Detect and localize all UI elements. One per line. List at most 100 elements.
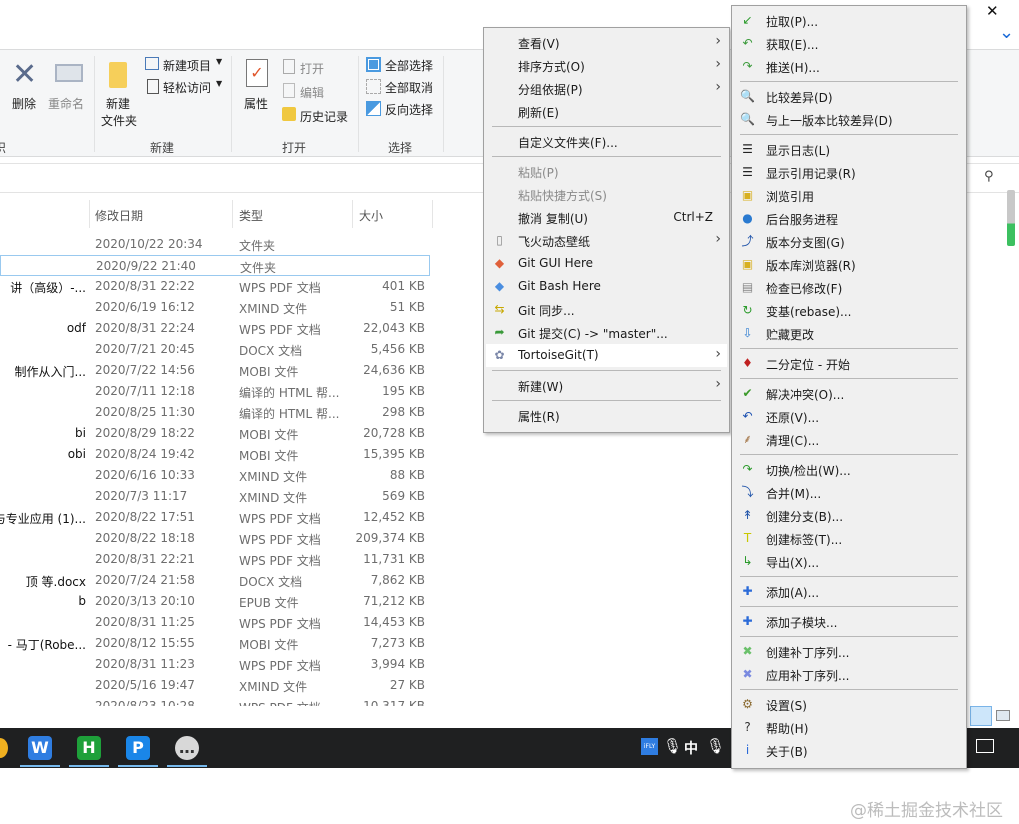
file-row[interactable]: b 2020/3/13 20:10 EPUB 文件 71,212 KB	[0, 591, 430, 612]
menu-item[interactable]: ▣ 浏览引用	[734, 184, 964, 207]
new-folder-button-line1[interactable]: 新建	[106, 95, 130, 112]
menu-item[interactable]: ✔ 解决冲突(O)...	[734, 382, 964, 405]
file-row[interactable]: 2020/7/11 12:18 编译的 HTML 帮... 195 KB	[0, 381, 430, 402]
menu-item[interactable]: ☰ 显示日志(L)	[734, 138, 964, 161]
microphone-icon-2[interactable]: 🎙	[706, 737, 725, 755]
file-row[interactable]: 2020/8/23 10:28 WPS PDF 文档 10,317 KB	[0, 696, 430, 706]
menu-item[interactable]: 排序方式(O) ›	[486, 54, 727, 77]
menu-item[interactable]: ☰ 显示引用记录(R)	[734, 161, 964, 184]
file-row[interactable]: 2020/8/22 18:18 WPS PDF 文档 209,374 KB	[0, 528, 430, 549]
menu-item[interactable]: ? 帮助(H)	[734, 716, 964, 739]
file-row[interactable]: 2020/6/19 16:12 XMIND 文件 51 KB	[0, 297, 430, 318]
file-row[interactable]: odf 2020/8/31 22:24 WPS PDF 文档 22,043 KB	[0, 318, 430, 339]
file-row[interactable]: 2020/10/22 20:34 文件夹	[0, 234, 430, 255]
file-row[interactable]: 与专业应用 (1)... 2020/8/22 17:51 WPS PDF 文档 12,…	[0, 507, 430, 528]
menu-item[interactable]: ↟ 创建分支(B)...	[734, 504, 964, 527]
menu-item[interactable]: ↻ 变基(rebase)...	[734, 299, 964, 322]
menu-item[interactable]: ▯ 飞火动态壁纸 ›	[486, 229, 727, 252]
menu-item[interactable]: ⤵ 合并(M)...	[734, 481, 964, 504]
column-size[interactable]: 大小	[359, 207, 383, 224]
menu-item[interactable]: ◆ Git GUI Here	[486, 252, 727, 275]
file-row[interactable]: 2020/6/16 10:33 XMIND 文件 88 KB	[0, 465, 430, 486]
delete-button[interactable]: 删除	[12, 95, 36, 112]
details-view-button[interactable]	[970, 706, 992, 726]
select-all-button[interactable]: 全部选择	[385, 57, 433, 74]
menu-item[interactable]: 粘贴快捷方式(S)	[486, 183, 727, 206]
ifly-icon[interactable]: iFLY	[641, 738, 658, 755]
menu-item[interactable]: ↶ 还原(V)...	[734, 405, 964, 428]
file-row[interactable]: 讲（高级）-... 2020/8/31 22:22 WPS PDF 文档 401 KB	[0, 276, 430, 297]
file-row[interactable]: - 马丁(Robe... 2020/8/12 15:55 MOBI 文件 7,273 …	[0, 633, 430, 654]
menu-item[interactable]: 新建(W) ›	[486, 374, 727, 397]
rename-button[interactable]: 重命名	[48, 95, 84, 112]
easy-access-button[interactable]: 轻松访问	[163, 79, 211, 96]
menu-item[interactable]: ⸙ 清理(C)...	[734, 428, 964, 451]
file-row[interactable]: 2020/7/21 20:45 DOCX 文档 5,456 KB	[0, 339, 430, 360]
ime-indicator[interactable]: 中	[684, 738, 698, 758]
menu-item[interactable]: ✖ 应用补丁序列...	[734, 663, 964, 686]
history-button[interactable]: 历史记录	[300, 108, 348, 125]
file-row[interactable]: obi 2020/8/24 19:42 MOBI 文件 15,395 KB	[0, 444, 430, 465]
taskbar-app-h-app[interactable]: H	[77, 736, 101, 760]
notification-icon[interactable]	[976, 739, 994, 753]
properties-button[interactable]: 属性	[244, 95, 268, 112]
menu-item[interactable]: ▣ 版本库浏览器(R)	[734, 253, 964, 276]
menu-item[interactable]: ↳ 导出(X)...	[734, 550, 964, 573]
invert-selection-button[interactable]: 反向选择	[385, 101, 433, 118]
file-row[interactable]: bi 2020/8/29 18:22 MOBI 文件 20,728 KB	[0, 423, 430, 444]
menu-item[interactable]: 粘贴(P)	[486, 160, 727, 183]
menu-item[interactable]: ↙ 拉取(P)...	[734, 9, 964, 32]
menu-item[interactable]: ✚ 添加子模块...	[734, 610, 964, 633]
menu-item[interactable]: ↷ 切换/检出(W)...	[734, 458, 964, 481]
taskbar-app-p-app[interactable]: P	[126, 736, 150, 760]
menu-item[interactable]: 🔍 比较差异(D)	[734, 85, 964, 108]
scrollbar-thumb[interactable]	[1007, 190, 1015, 246]
menu-item[interactable]: ➦ Git 提交(C) -> "master"...	[486, 321, 727, 344]
select-none-button[interactable]: 全部取消	[385, 79, 433, 96]
new-folder-button-line2[interactable]: 文件夹	[101, 112, 137, 129]
file-row[interactable]: 制作从入门... 2020/7/22 14:56 MOBI 文件 24,636 KB	[0, 360, 430, 381]
menu-item[interactable]: ↷ 推送(H)...	[734, 55, 964, 78]
menu-item[interactable]: 🔍 与上一版本比较差异(D)	[734, 108, 964, 131]
menu-item[interactable]: ◆ Git Bash Here	[486, 275, 727, 298]
file-row[interactable]: 2020/8/31 11:23 WPS PDF 文档 3,994 KB	[0, 654, 430, 675]
menu-item[interactable]: ⤴ 版本分支图(G)	[734, 230, 964, 253]
menu-item[interactable]: T 创建标签(T)...	[734, 527, 964, 550]
menu-item[interactable]: i 关于(B)	[734, 739, 964, 762]
menu-item[interactable]: ✚ 添加(A)...	[734, 580, 964, 603]
thumbnail-view-button[interactable]	[996, 710, 1010, 721]
menu-item[interactable]: 自定义文件夹(F)...	[486, 130, 727, 153]
close-window-button[interactable]: ✕	[986, 2, 999, 20]
menu-item[interactable]: 刷新(E)	[486, 100, 727, 123]
file-row[interactable]: 顶 等.docx 2020/7/24 21:58 DOCX 文档 7,862 KB	[0, 570, 430, 591]
menu-item[interactable]: ♦ 二分定位 - 开始	[734, 352, 964, 375]
app-icon-partial[interactable]	[0, 738, 8, 758]
file-row[interactable]: 2020/8/31 11:25 WPS PDF 文档 14,453 KB	[0, 612, 430, 633]
menu-item[interactable]: 撤消 复制(U) Ctrl+Z	[486, 206, 727, 229]
menu-item[interactable]: ▤ 检查已修改(F)	[734, 276, 964, 299]
open-button[interactable]: 打开	[300, 60, 324, 77]
menu-item[interactable]: ✖ 创建补丁序列...	[734, 640, 964, 663]
menu-item[interactable]: ⇆ Git 同步...	[486, 298, 727, 321]
menu-item[interactable]: ● 后台服务进程	[734, 207, 964, 230]
column-type[interactable]: 类型	[239, 207, 263, 224]
expand-ribbon-icon[interactable]: ⌄	[999, 22, 1014, 43]
column-date[interactable]: 修改日期	[95, 207, 143, 224]
microphone-icon[interactable]: 🎙	[663, 737, 682, 755]
taskbar-app-wps[interactable]: W	[28, 736, 52, 760]
file-row[interactable]: 2020/5/16 19:47 XMIND 文件 27 KB	[0, 675, 430, 696]
menu-item[interactable]: 查看(V) ›	[486, 31, 727, 54]
search-icon[interactable]: ⚲	[984, 169, 994, 184]
edit-button[interactable]: 编辑	[300, 84, 324, 101]
menu-item[interactable]: 分组依据(P) ›	[486, 77, 727, 100]
file-row[interactable]: 2020/7/3 11:17 XMIND 文件 569 KB	[0, 486, 430, 507]
file-row[interactable]: 2020/8/25 11:30 编译的 HTML 帮... 298 KB	[0, 402, 430, 423]
file-row[interactable]: 2020/8/31 22:21 WPS PDF 文档 11,731 KB	[0, 549, 430, 570]
menu-item[interactable]: ⚙ 设置(S)	[734, 693, 964, 716]
menu-item[interactable]: ✿ TortoiseGit(T) ›	[486, 344, 727, 367]
menu-item[interactable]: ↶ 获取(E)...	[734, 32, 964, 55]
file-row[interactable]: 2020/9/22 21:40 文件夹	[0, 255, 430, 276]
menu-item[interactable]: ⇩ 贮藏更改	[734, 322, 964, 345]
taskbar-app-wechat[interactable]: …	[175, 736, 199, 760]
menu-item[interactable]: 属性(R)	[486, 404, 727, 427]
